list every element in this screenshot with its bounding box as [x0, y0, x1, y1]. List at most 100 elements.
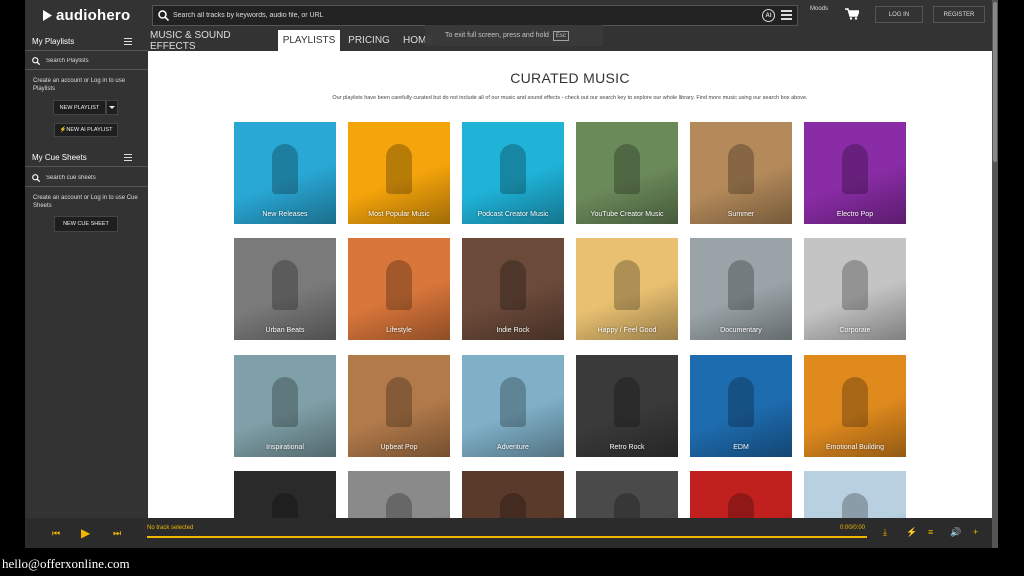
playlist-image [842, 144, 868, 194]
lightning-icon[interactable]: ⚡ [906, 527, 917, 538]
tab-playlists[interactable]: PLAYLISTS [278, 30, 340, 51]
fullscreen-notice-text: To exit full screen, press and hold [445, 32, 549, 39]
playlist-tile[interactable]: Urban Beats [234, 238, 336, 340]
screen-frame: audiohero AI Moods LOG IN REGISTER MUSIC… [0, 0, 1024, 576]
progress-bar[interactable] [147, 536, 867, 538]
fullscreen-notice: To exit full screen, press and hold Esc [425, 25, 603, 46]
playlist-image [728, 493, 754, 518]
playlist-tile[interactable] [348, 471, 450, 518]
playlists-menu-icon[interactable] [124, 38, 132, 47]
cue-sheets-search[interactable] [25, 169, 148, 187]
play-icon[interactable]: ▶ [81, 526, 90, 540]
playlist-label: Documentary [720, 327, 762, 334]
playlist-label: Urban Beats [265, 327, 305, 334]
playlist-image [386, 260, 412, 310]
search-icon[interactable] [153, 6, 173, 25]
playlist-label: EDM [733, 444, 749, 451]
footer-email: hello@offerxonline.com [2, 556, 130, 571]
scrollbar-thumb[interactable] [993, 2, 997, 162]
playlist-image [386, 377, 412, 427]
playlist-image [842, 260, 868, 310]
logo-text: audiohero [56, 7, 131, 24]
logo-icon [43, 10, 52, 21]
playlist-tile[interactable]: Corporate [804, 238, 906, 340]
playlist-image [842, 493, 868, 518]
playlist-tile[interactable]: Retro Rock [576, 355, 678, 457]
playlist-image [728, 144, 754, 194]
new-ai-playlist-label: NEW AI PLAYLIST [66, 127, 113, 133]
cue-sheets-menu-icon[interactable] [124, 154, 132, 163]
search-icon [32, 56, 40, 65]
previous-icon[interactable]: ⏮ [52, 528, 60, 539]
new-playlist-dropdown[interactable] [106, 100, 118, 115]
playlist-image [272, 377, 298, 427]
playlist-tile[interactable]: Podcast Creator Music [462, 122, 564, 224]
playlist-image [614, 144, 640, 194]
app-window: audiohero AI Moods LOG IN REGISTER MUSIC… [25, 0, 992, 548]
playlist-label: Corporate [839, 327, 871, 334]
playlist-label: Electro Pop [836, 211, 874, 218]
moods-link[interactable]: Moods [810, 6, 828, 12]
playlist-image [500, 144, 526, 194]
my-playlists-header: My Playlists [25, 32, 148, 51]
search-input[interactable] [173, 12, 733, 19]
playlist-tile[interactable]: Upbeat Pop [348, 355, 450, 457]
search-menu-icon[interactable] [781, 10, 792, 22]
plus-icon[interactable]: + [973, 527, 978, 537]
logo[interactable]: audiohero [43, 7, 130, 24]
playlist-label: Retro Rock [609, 444, 645, 451]
playlist-tile[interactable]: Emotional Building [804, 355, 906, 457]
cart-icon[interactable] [845, 7, 861, 25]
playlist-tile[interactable]: Lifestyle [348, 238, 450, 340]
register-button[interactable]: REGISTER [933, 6, 985, 23]
ai-search-icon[interactable]: AI [762, 9, 775, 22]
download-icon[interactable]: ⤓ [883, 527, 887, 538]
playlist-tile[interactable]: YouTube Creator Music [576, 122, 678, 224]
search-icon [32, 173, 40, 182]
playlists-search[interactable] [25, 52, 148, 70]
playlist-tile[interactable]: Summer [690, 122, 792, 224]
cue-sheets-search-input[interactable] [46, 174, 136, 181]
tab-pricing[interactable]: PRICING [344, 30, 394, 51]
playlist-tile[interactable] [576, 471, 678, 518]
playlist-tile[interactable]: Indie Rock [462, 238, 564, 340]
global-search[interactable]: AI [152, 5, 798, 26]
playlist-image [614, 260, 640, 310]
playlist-tile[interactable]: Documentary [690, 238, 792, 340]
new-cue-sheet-button[interactable]: NEW CUE SHEET [54, 216, 118, 232]
playlist-image [272, 260, 298, 310]
login-button[interactable]: LOG IN [875, 6, 923, 23]
playlist-tile[interactable]: Electro Pop [804, 122, 906, 224]
playlist-image [500, 377, 526, 427]
playlist-tile[interactable]: Inspirational [234, 355, 336, 457]
playlist-tile[interactable]: Most Popular Music [348, 122, 450, 224]
playlist-label: Indie Rock [496, 327, 530, 334]
playlist-tile[interactable]: EDM [690, 355, 792, 457]
cue-sheets-info: Create an account or Log in to use Cue S… [33, 195, 138, 209]
new-ai-playlist-button[interactable]: ⚡ NEW AI PLAYLIST [54, 123, 118, 137]
list-icon[interactable]: ≡ [928, 527, 933, 537]
playlist-image [272, 144, 298, 194]
playlist-label: Podcast Creator Music [477, 211, 549, 218]
playlist-image [614, 493, 640, 518]
playlist-tile[interactable]: Happy / Feel Good [576, 238, 678, 340]
volume-icon[interactable]: 🔊 [950, 527, 961, 538]
tab-music-sound-effects[interactable]: MUSIC & SOUND EFFECTS [150, 30, 274, 52]
playlist-image [500, 260, 526, 310]
playlist-tile[interactable]: Adventure [462, 355, 564, 457]
playlist-tile[interactable] [804, 471, 906, 518]
playlist-label: Summer [727, 211, 755, 218]
playlist-tile[interactable]: New Releases [234, 122, 336, 224]
playlist-label: Happy / Feel Good [597, 327, 657, 334]
playlist-label: Emotional Building [826, 444, 884, 451]
playlists-search-input[interactable] [46, 57, 136, 64]
playlist-tile[interactable] [462, 471, 564, 518]
playlist-label: New Releases [262, 211, 308, 218]
playlist-image [386, 493, 412, 518]
playlist-image [842, 377, 868, 427]
playlist-tile[interactable] [234, 471, 336, 518]
new-playlist-button[interactable]: NEW PLAYLIST [53, 100, 106, 115]
esc-key: Esc [552, 30, 569, 41]
playlist-tile[interactable] [690, 471, 792, 518]
next-icon[interactable]: ⏭ [113, 528, 121, 539]
